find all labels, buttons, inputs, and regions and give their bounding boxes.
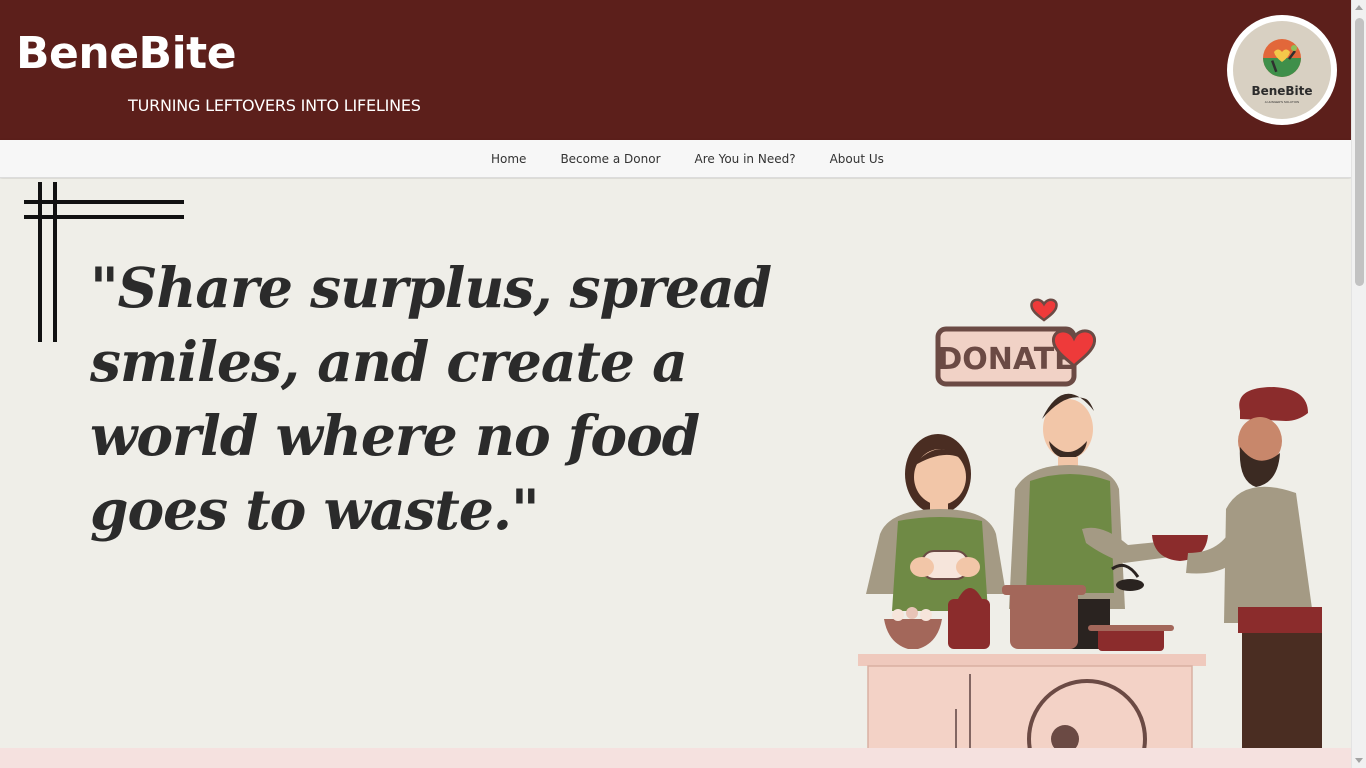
nav-item-home[interactable]: Home [474, 152, 543, 166]
scroll-down-arrow-icon[interactable] [1355, 758, 1363, 763]
logo-inner: BeneBite A HUNGER'S SOLUTION [1233, 21, 1331, 119]
logo-text: BeneBite [1251, 84, 1313, 98]
nav-item-become-donor[interactable]: Become a Donor [543, 152, 677, 166]
food-bowl-logo-icon [1263, 39, 1301, 77]
footer-strip [0, 748, 1351, 768]
logo-subtext: A HUNGER'S SOLUTION [1264, 100, 1300, 104]
site-header: BeneBite TURNING LEFTOVERS INTO LIFELINE… [0, 0, 1351, 140]
brand-tagline: TURNING LEFTOVERS INTO LIFELINES [128, 96, 421, 115]
nav-item-in-need[interactable]: Are You in Need? [678, 152, 813, 166]
hero-quote: "Share surplus, spread smiles, and creat… [90, 255, 772, 542]
brand-title[interactable]: BeneBite [16, 28, 237, 79]
nav-list: Home Become a Donor Are You in Need? Abo… [474, 140, 901, 178]
logo-badge[interactable]: BeneBite A HUNGER'S SOLUTION [1227, 15, 1337, 125]
donation-illustration: DONATE [858, 298, 1322, 748]
main-nav: Home Become a Donor Are You in Need? Abo… [0, 140, 1351, 178]
scroll-up-arrow-icon[interactable] [1355, 5, 1363, 10]
page-scrollbar[interactable] [1351, 0, 1366, 768]
hero-section: "Share surplus, spread smiles, and creat… [0, 179, 1351, 748]
scroll-thumb[interactable] [1355, 18, 1364, 286]
nav-item-about-us[interactable]: About Us [813, 152, 901, 166]
